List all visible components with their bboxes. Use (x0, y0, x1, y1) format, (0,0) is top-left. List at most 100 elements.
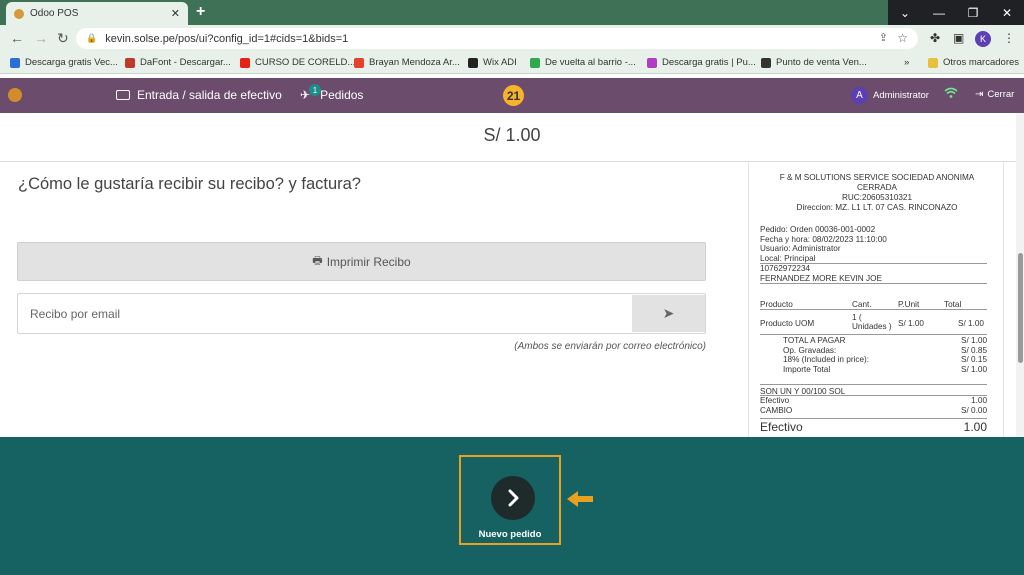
header-total: Total (944, 300, 962, 309)
address-toolbar: ← → ↻ 🔒 kevin.solse.pe/pos/ui?config_id=… (0, 25, 1024, 52)
close-session-label: Cerrar (987, 89, 1015, 100)
line-qty-unit: Unidades ) (852, 322, 892, 331)
receipt-payments: Efectivo 1.00 CAMBIO S/ 0.00 (760, 395, 987, 415)
close-window-button[interactable]: ✕ (990, 0, 1024, 25)
close-session-button[interactable]: ⇥ Cerrar (975, 89, 1014, 100)
sync-counter-badge[interactable]: 21 (503, 85, 524, 106)
sign-out-icon: ⇥ (975, 89, 984, 100)
forward-arrow-icon[interactable]: → (34, 30, 48, 46)
email-receipt-input[interactable] (18, 294, 632, 333)
receipt-company-block: F & M SOLUTIONS SERVICE SOCIEDAD ANONIMA… (749, 173, 1003, 213)
payment-label: Efectivo (760, 396, 790, 405)
final-payment-value: 1.00 (963, 420, 987, 434)
payment-label: CAMBIO (760, 405, 793, 415)
bookmark-item[interactable]: Wix ADI (468, 57, 517, 68)
receipt-client-name: FERNANDEZ MORE KEVIN JOE (760, 274, 987, 284)
reload-icon[interactable]: ↻ (57, 30, 69, 47)
new-order-circle[interactable] (491, 476, 535, 520)
tab-close-icon[interactable]: ✕ (171, 7, 180, 20)
line-total: S/ 1.00 (958, 319, 984, 328)
total-label: 18% (Included in price): (783, 355, 870, 365)
bookmark-item[interactable]: De vuelta al barrio -... (530, 57, 636, 68)
bookmark-item[interactable]: Descarga gratis | Pu... (647, 57, 756, 68)
money-icon (116, 90, 130, 100)
bookmark-star-icon[interactable]: ☆ (897, 31, 908, 45)
payment-row: Efectivo 1.00 (760, 396, 987, 406)
header-qty: Cant. (852, 300, 872, 309)
folder-icon (928, 57, 938, 68)
back-arrow-icon[interactable]: ← (10, 30, 24, 46)
new-order-label: Nuevo pedido (478, 529, 542, 540)
scrollbar-thumb[interactable] (1018, 253, 1023, 363)
bookmark-item[interactable]: Punto de venta Ven... (761, 57, 867, 68)
odoo-favicon-icon (14, 8, 24, 19)
browser-tab[interactable]: Odoo POS ✕ (6, 2, 188, 25)
line-unit-price: S/ 1.00 (898, 319, 924, 328)
share-icon[interactable]: ⇪ (879, 31, 888, 44)
receipt-user: Usuario: Administrator (760, 244, 841, 253)
bookmark-favicon-icon (10, 57, 20, 68)
other-bookmarks-folder[interactable]: Otros marcadores (928, 57, 1019, 68)
total-value: S/ 0.15 (961, 355, 987, 365)
total-row: Op. Gravadas: S/ 0.85 (760, 346, 987, 356)
header-unit-price: P.Unit (898, 300, 920, 309)
print-receipt-button[interactable]: 🖶 Imprimir Recibo (17, 242, 706, 281)
payment-footer: Nuevo pedido (0, 437, 1024, 575)
total-row: 18% (Included in price): S/ 0.15 (760, 355, 987, 365)
orders-label: Pedidos (320, 88, 364, 102)
bookmark-item[interactable]: Descarga gratis Vec... (10, 57, 118, 68)
receipt-totals: TOTAL A PAGAR S/ 1.00 Op. Gravadas: S/ 0.8… (760, 334, 987, 374)
email-note: (Ambos se enviarán por correo electrónic… (514, 341, 706, 352)
total-value: S/ 1.00 (961, 364, 987, 374)
orders-badge: 1 (309, 84, 321, 96)
payment-value: S/ 0.00 (961, 405, 987, 415)
new-tab-button[interactable]: + (196, 3, 205, 21)
menu-dots-icon[interactable]: ⋮ (1003, 31, 1015, 45)
restore-button[interactable]: ❐ (956, 0, 990, 25)
pointer-arrow-icon (567, 491, 593, 507)
receipt-table-header: Producto Cant. P.Unit Total (760, 300, 987, 310)
bookmarks-more-button[interactable]: » (904, 57, 909, 68)
tab-title: Odoo POS (30, 8, 79, 19)
tab-search-button[interactable]: ⌄ (888, 0, 922, 25)
line-product: Producto UOM (760, 319, 815, 328)
window-controls: ⌄ — ❐ ✕ (888, 0, 1024, 25)
minimize-button[interactable]: — (922, 0, 956, 25)
receipt-final-payment: Efectivo 1.00 (760, 418, 987, 434)
user-menu[interactable]: A Administrator (851, 87, 929, 104)
line-qty: 1 ( (852, 313, 862, 322)
receipt-preview: F & M SOLUTIONS SERVICE SOCIEDAD ANONIMA… (748, 162, 1004, 438)
extensions-icon[interactable]: ✤ (930, 31, 940, 45)
total-row: TOTAL A PAGAR S/ 1.00 (760, 336, 987, 346)
cash-in-out-label: Entrada / salida de efectivo (137, 88, 282, 102)
user-name: Administrator (873, 90, 929, 101)
send-email-button[interactable]: ➤ (632, 295, 705, 332)
side-panel-icon[interactable]: ▣ (953, 31, 964, 45)
total-row: Importe Total S/ 1.00 (760, 365, 987, 375)
bookmark-favicon-icon (647, 57, 657, 68)
bookmark-item[interactable]: CURSO DE CORELD... (240, 57, 355, 68)
bookmark-favicon-icon (354, 57, 364, 68)
total-amount: S/ 1.00 (483, 125, 541, 145)
bookmark-favicon-icon (240, 57, 250, 68)
bookmark-item[interactable]: Brayan Mendoza Ar... (354, 57, 460, 68)
printer-icon: 🖶 (312, 255, 323, 267)
orders-button[interactable]: ✈ 1 Pedidos (300, 84, 364, 102)
bookmark-favicon-icon (125, 57, 135, 68)
pos-header: Entrada / salida de efectivo ✈ 1 Pedidos… (0, 78, 1024, 113)
receipt-order-number: Pedido: Orden 00036-001-0002 (760, 225, 876, 234)
receipt-lines-table: Producto Cant. P.Unit Total Producto UOM… (760, 300, 987, 335)
bookmark-item[interactable]: DaFont - Descargar... (125, 57, 231, 68)
total-label: Op. Gravadas: (783, 345, 837, 355)
url-bar[interactable]: 🔒 kevin.solse.pe/pos/ui?config_id=1#cids… (76, 28, 918, 49)
bookmark-favicon-icon (468, 57, 478, 68)
payment-row: CAMBIO S/ 0.00 (760, 406, 987, 416)
profile-avatar[interactable]: K (975, 31, 991, 47)
receipt-location: Local: Principal (760, 254, 987, 264)
cash-in-out-button[interactable]: Entrada / salida de efectivo (116, 88, 282, 102)
url-text: kevin.solse.pe/pos/ui?config_id=1#cids=1… (105, 32, 349, 45)
company-name: F & M SOLUTIONS SERVICE SOCIEDAD ANONIMA (779, 173, 975, 182)
new-order-button[interactable]: Nuevo pedido (459, 455, 561, 545)
wifi-icon[interactable] (944, 87, 958, 102)
print-receipt-label: Imprimir Recibo (326, 254, 411, 269)
